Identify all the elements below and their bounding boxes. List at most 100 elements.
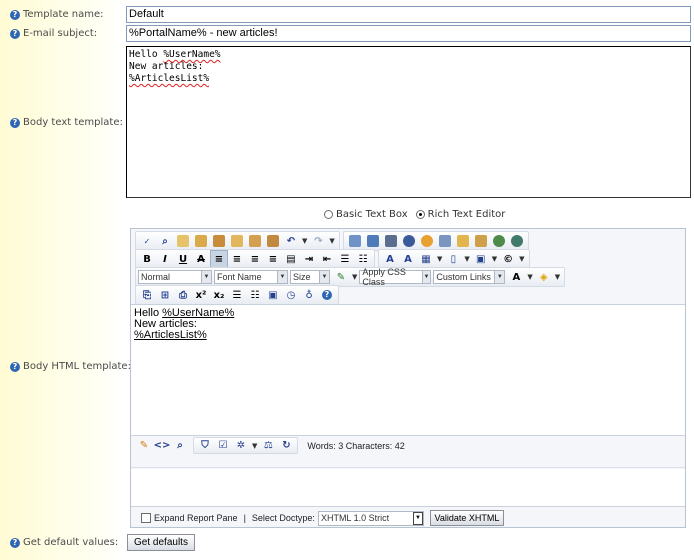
globe-icon[interactable] [490,232,508,250]
insert-form-icon[interactable]: ▣ [472,250,490,268]
subscript-icon[interactable]: x₂ [210,286,228,304]
chevron-down-icon[interactable]: ▼ [519,255,524,263]
doctype-select[interactable]: XHTML 1.0 Strict ▼ [317,510,424,526]
report-pane-header [131,455,685,468]
image-manager-icon[interactable] [346,232,364,250]
rich-radio[interactable] [415,210,425,219]
italic-icon[interactable]: I [156,250,174,268]
insert-snippet-icon[interactable]: ⊞ [156,286,174,304]
css-brush-icon[interactable]: ✎ [332,268,350,286]
font-size-select[interactable]: Size ▼ [290,270,330,284]
chevron-down-icon: ▼ [494,271,505,283]
insert-hr-icon[interactable]: ☰ [228,286,246,304]
insert-symbol-icon[interactable]: ♁ [300,286,318,304]
paste-text-icon[interactable] [228,232,246,250]
print-icon[interactable]: ⎙ [174,286,192,304]
table-icon[interactable]: ▦ [417,250,435,268]
strike-icon[interactable]: A [192,250,210,268]
insert-paragraph-icon[interactable]: ⎘ [138,286,156,304]
module-manager-icon[interactable]: ▣ [264,286,282,304]
document-manager-icon[interactable] [364,232,382,250]
outdent-icon[interactable]: ⇤ [318,250,336,268]
help-icon[interactable]: ? [10,9,20,20]
validate-xhtml-button[interactable]: Validate XHTML [429,510,504,526]
globe-link-icon[interactable] [508,232,526,250]
editor-content[interactable]: Hello %UserName% New articles: %Articles… [131,304,685,436]
font-name-select[interactable]: Font Name ▼ [214,270,288,284]
custom-links-select[interactable]: Custom Links ▼ [433,270,506,284]
insert-date-icon[interactable]: ◷ [282,286,300,304]
basic-radio[interactable] [324,210,333,219]
rich-radio-label[interactable]: Rich Text Editor [428,209,506,220]
align-none-icon[interactable]: ▤ [282,250,300,268]
chevron-down-icon[interactable]: ▼ [352,273,357,281]
chevron-down-icon[interactable]: ▼ [527,273,532,281]
design-mode-icon[interactable]: ✎ [135,437,153,455]
html-mode-icon[interactable]: <> [153,437,171,455]
help-icon[interactable]: ? [10,361,20,372]
paste-html-icon[interactable] [264,232,282,250]
toolbar-group [342,231,529,251]
template-manager-icon[interactable] [418,232,436,250]
insert-image-icon[interactable] [436,232,454,250]
chevron-down-icon[interactable]: ▼ [437,255,442,263]
modules-icon[interactable]: ✲ [232,437,250,455]
fore-color-icon[interactable]: A [507,268,525,286]
paste-icon[interactable] [210,232,228,250]
copy-icon[interactable] [192,232,210,250]
refresh-icon[interactable]: ↻ [277,437,295,455]
find-icon[interactable]: ⌕ [156,232,174,250]
help-icon[interactable]: ? [10,537,20,548]
css-class-select[interactable]: Apply CSS Class ▼ [359,267,432,287]
align-left-icon[interactable]: ≡ [210,250,228,268]
align-right-icon[interactable]: ≡ [246,250,264,268]
preview-mode-icon[interactable]: ⌕ [171,437,189,455]
redo-icon[interactable]: ↷ [309,232,327,250]
chevron-down-icon[interactable]: ▼ [252,442,257,450]
help-icon[interactable]: ? [10,28,20,39]
email-subject-input[interactable]: %PortalName% - new articles! [126,25,691,42]
statistics-icon[interactable]: ⚖ [259,437,277,455]
chevron-down-icon[interactable]: ▼ [492,255,497,263]
underline-icon[interactable]: U [174,250,192,268]
editor-footer: Expand Report Pane | Select Doctype: XHT… [141,510,504,526]
track-changes-icon[interactable]: ☑ [214,437,232,455]
undo-icon[interactable]: ↶ [282,232,300,250]
body-text-textarea[interactable]: Hello %UserName% New articles: %Articles… [126,46,691,198]
insert-folder-icon[interactable] [454,232,472,250]
cut-icon[interactable] [174,232,192,250]
clear-format-icon[interactable]: A [381,250,399,268]
align-justify-icon[interactable]: ≡ [264,250,282,268]
toolbar-group: Normal ▼ Font Name ▼ Size ▼ ✎ ▼ Apply CSS Cl… [135,267,566,287]
superscript-icon[interactable]: x² [192,286,210,304]
expand-report-label[interactable]: Expand Report Pane [154,513,238,523]
format-stripper-icon[interactable]: A [399,250,417,268]
chevron-down-icon[interactable]: ▼ [464,255,469,263]
xhtml-validator-icon[interactable]: ⛉ [196,437,214,455]
flash-manager-icon[interactable] [400,232,418,250]
indent-icon[interactable]: ⇥ [300,250,318,268]
help-icon[interactable]: ? [10,117,20,128]
template-name-input[interactable]: Default [126,6,691,23]
help-icon[interactable]: ? [318,286,336,304]
chevron-down-icon[interactable]: ▼ [302,237,307,245]
chevron-down-icon[interactable]: ▼ [555,273,560,281]
special-chars-icon[interactable]: © [499,250,517,268]
bold-icon[interactable]: B [138,250,156,268]
insert-document-icon[interactable]: ▯ [444,250,462,268]
ordered-list-icon[interactable]: ☰ [336,250,354,268]
spellcheck-icon[interactable]: ✓ [138,232,156,250]
insert-file-icon[interactable] [472,232,490,250]
toolbar-group: A A ▦ ▼ ▯ ▼ ▣ ▼ © ▼ [378,249,530,269]
align-center-icon[interactable]: ≡ [228,250,246,268]
back-color-icon[interactable]: ◈ [535,268,553,286]
media-manager-icon[interactable] [382,232,400,250]
chevron-down-icon[interactable]: ▼ [329,237,334,245]
paste-word-icon[interactable] [246,232,264,250]
numbered-paragraph-icon[interactable]: ☷ [246,286,264,304]
expand-report-checkbox[interactable] [141,513,151,523]
basic-radio-label[interactable]: Basic Text Box [336,209,408,220]
format-select[interactable]: Normal ▼ [138,270,212,284]
get-defaults-button[interactable]: Get defaults [127,534,195,551]
unordered-list-icon[interactable]: ☷ [354,250,372,268]
